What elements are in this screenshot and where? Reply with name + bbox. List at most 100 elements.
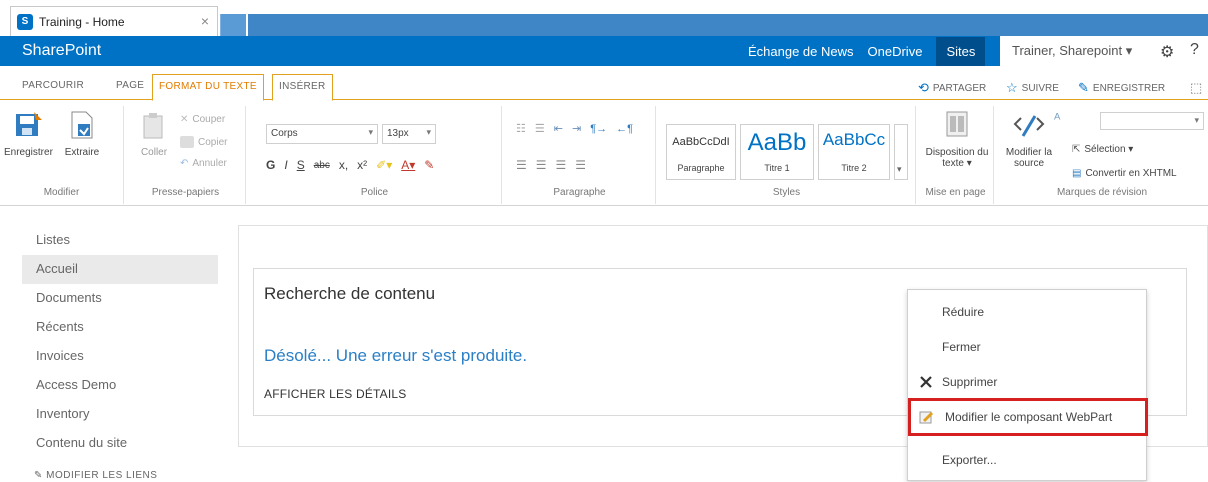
align-right-icon[interactable]: ☰: [556, 158, 567, 172]
suite-link-sites[interactable]: Sites: [936, 36, 986, 66]
cut-icon: ✕: [180, 114, 189, 125]
nav-item-inventory[interactable]: Inventory: [22, 400, 218, 429]
tab-close-icon[interactable]: ×: [201, 13, 209, 29]
highlight-color-icon[interactable]: ✐▾: [376, 158, 392, 172]
increase-indent-icon[interactable]: ⇥: [572, 122, 581, 135]
cut-label: Couper: [192, 114, 226, 125]
group-markup: Modifier la source ᴬ ▾ ⇱ Sélection ▾ ▤ C…: [996, 106, 1208, 204]
tab-browse[interactable]: PARCOURIR: [22, 80, 84, 91]
text-layout-button[interactable]: Disposition du texte ▾: [922, 110, 992, 169]
help-icon[interactable]: ?: [1190, 41, 1199, 59]
share-icon: ⟲: [918, 80, 929, 95]
style-title1[interactable]: AaBb Titre 1: [740, 124, 814, 180]
edit-source-button[interactable]: Modifier la source: [1004, 110, 1054, 169]
font-size-value: 13px: [387, 128, 409, 139]
nav-item-lists[interactable]: Listes: [22, 226, 218, 255]
suite-link-onedrive[interactable]: OneDrive: [868, 44, 923, 59]
nav-item-invoices[interactable]: Invoices: [22, 342, 218, 371]
chevron-down-icon: ▾: [368, 127, 373, 137]
selection-button[interactable]: ⇱ Sélection ▾: [1072, 144, 1133, 155]
convert-xhtml-button[interactable]: ▤ Convertir en XHTML: [1072, 168, 1177, 179]
menu-item-export[interactable]: Exporter...: [908, 444, 1148, 476]
nav-item-access-demo[interactable]: Access Demo: [22, 371, 218, 400]
edit-links-label: MODIFIER LES LIENS: [46, 470, 158, 481]
underline-button[interactable]: S: [297, 158, 305, 172]
style-paragraph-sample: AaBbCcDdI: [672, 136, 730, 148]
justify-icon[interactable]: ☰: [575, 158, 586, 172]
font-size-select[interactable]: 13px ▾: [382, 124, 436, 144]
undo-button[interactable]: ↶ Annuler: [180, 158, 227, 169]
sharepoint-brand[interactable]: SharePoint: [22, 42, 101, 60]
ltr-icon[interactable]: ¶→: [590, 123, 607, 135]
markup-style-select[interactable]: ▾: [1100, 112, 1204, 130]
user-menu[interactable]: Trainer, Sharepoint ▾: [1012, 43, 1132, 59]
layout-grid-icon: [946, 111, 968, 137]
numbered-list-icon[interactable]: ☰: [535, 122, 545, 135]
group-label-layout: Mise en page: [925, 187, 986, 198]
rtl-icon[interactable]: ←¶: [616, 123, 633, 135]
suite-link-news[interactable]: Échange de News: [748, 44, 854, 59]
selection-label: Sélection ▾: [1084, 144, 1134, 155]
edit-source-icon: [1013, 115, 1045, 137]
strikethrough-button[interactable]: abc: [314, 160, 330, 171]
share-action[interactable]: ⟲ PARTAGER: [918, 80, 986, 96]
undo-icon: ↶: [180, 158, 189, 169]
bold-button[interactable]: G: [266, 158, 275, 172]
tab-insert[interactable]: INSÉRER: [272, 74, 333, 101]
settings-gear-icon[interactable]: ⚙: [1160, 42, 1174, 62]
align-buttons: ☰ ☰ ☰ ☰: [516, 158, 595, 172]
styles-more-button[interactable]: ▾: [894, 124, 908, 180]
browser-tab[interactable]: S Training - Home ×: [10, 6, 218, 36]
extract-button[interactable]: Extraire: [58, 110, 106, 158]
menu-item-edit-webpart-label: Modifier le composant WebPart: [945, 410, 1113, 424]
save-button-label: Enregistrer: [4, 147, 53, 158]
menu-item-edit-webpart[interactable]: Modifier le composant WebPart: [908, 398, 1148, 436]
style-title2-name: Titre 2: [841, 163, 867, 173]
show-details-link[interactable]: AFFICHER LES DÉTAILS: [264, 387, 406, 401]
menu-item-close[interactable]: Fermer: [908, 331, 1148, 363]
menu-item-minimize[interactable]: Réduire: [908, 296, 1148, 328]
group-label-styles: Styles: [772, 187, 801, 198]
format-buttons: G I S abc x, x² ✐▾ A▾ ✎: [266, 158, 443, 172]
nav-item-site-contents[interactable]: Contenu du site: [22, 429, 218, 458]
bullet-list-icon[interactable]: ☷: [516, 122, 526, 135]
align-left-icon[interactable]: ☰: [516, 158, 527, 172]
menu-item-close-label: Fermer: [942, 340, 981, 354]
focus-content-icon[interactable]: ⬚: [1190, 80, 1206, 96]
edit-links-button[interactable]: ✎ MODIFIER LES LIENS: [34, 470, 157, 481]
menu-item-delete[interactable]: Supprimer: [908, 366, 1148, 398]
subscript-button[interactable]: x,: [339, 158, 348, 172]
font-family-select[interactable]: Corps ▾: [266, 124, 378, 144]
align-center-icon[interactable]: ☰: [536, 158, 547, 172]
save-doc-icon: [16, 112, 42, 136]
font-color-icon[interactable]: A▾: [401, 158, 415, 172]
italic-button[interactable]: I: [284, 158, 287, 172]
tab-page[interactable]: PAGE: [116, 80, 144, 91]
decrease-indent-icon[interactable]: ⇤: [554, 122, 563, 135]
style-paragraph-name: Paragraphe: [677, 163, 725, 173]
chevron-down-icon: ▾: [1194, 115, 1199, 125]
ribbon: Enregistrer Extraire Modifier Coller ✕ C…: [0, 100, 1208, 206]
cut-button[interactable]: ✕ Couper: [180, 114, 225, 125]
nav-item-documents[interactable]: Documents: [22, 284, 218, 313]
sharepoint-favicon-icon: S: [17, 13, 33, 30]
list-buttons: ☷ ☰ ⇤ ⇥ ¶→ ←¶: [516, 122, 642, 136]
save-button[interactable]: Enregistrer: [4, 110, 53, 158]
new-tab-button[interactable]: [220, 14, 246, 36]
menu-item-minimize-label: Réduire: [942, 305, 985, 319]
delete-x-icon: [920, 376, 932, 388]
paste-button[interactable]: Coller: [130, 110, 178, 158]
tab-format-text[interactable]: FORMAT DU TEXTE: [152, 74, 264, 101]
nav-item-recent[interactable]: Récents: [22, 313, 218, 342]
superscript-button[interactable]: x²: [357, 158, 367, 172]
undo-label: Annuler: [192, 158, 227, 169]
copy-button[interactable]: Copier: [180, 136, 227, 148]
save-action[interactable]: ✎ ENREGISTRER: [1078, 80, 1165, 96]
suite-user-area: Trainer, Sharepoint ▾ ⚙ ?: [1000, 36, 1208, 66]
follow-action[interactable]: ☆ SUIVRE: [1006, 80, 1059, 96]
style-title2[interactable]: AaBbCc Titre 2: [818, 124, 890, 180]
clear-format-icon[interactable]: ✎: [424, 158, 434, 172]
language-icon[interactable]: ᴬ: [1054, 110, 1060, 126]
style-paragraph[interactable]: AaBbCcDdI Paragraphe: [666, 124, 736, 180]
nav-item-home[interactable]: Accueil: [22, 255, 218, 284]
